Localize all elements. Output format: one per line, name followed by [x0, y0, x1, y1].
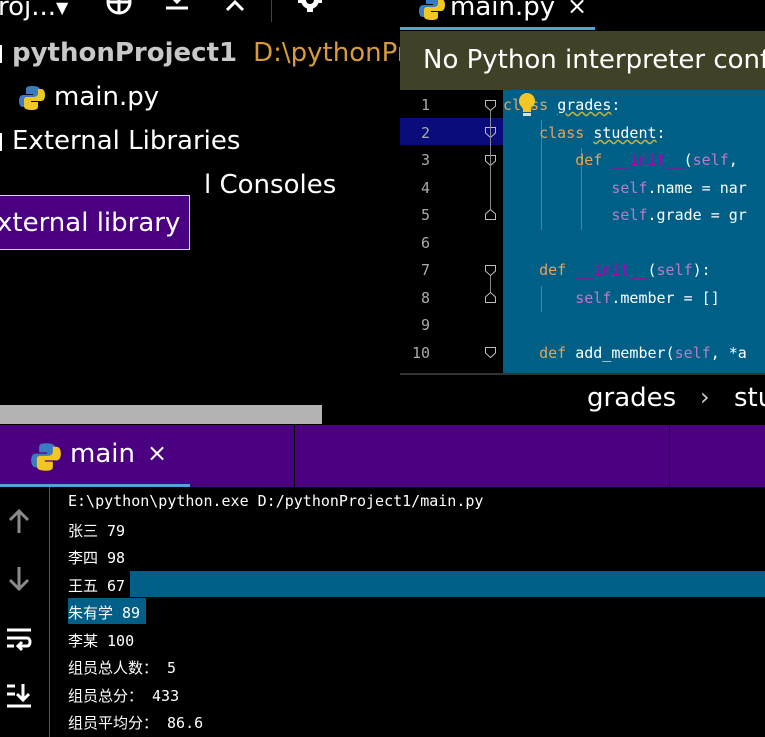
toolbar-divider — [271, 0, 272, 22]
selection-highlight — [130, 571, 765, 597]
gear-icon[interactable] — [295, 0, 325, 16]
console-output[interactable]: E:\python\python.exe D:/pythonProject1/m… — [52, 487, 765, 737]
python-file-icon — [19, 85, 45, 110]
tab-divider — [294, 425, 295, 487]
tree-item-main-py[interactable]: main.py — [18, 82, 159, 112]
tab-main-py[interactable]: main.py × — [400, 0, 595, 30]
tree-item-label: main.py — [54, 82, 160, 112]
code-area[interactable]: 1 2 3 4 5 6 7 8 9 10 class grades: class… — [400, 90, 765, 373]
python-run-icon — [31, 443, 61, 471]
fold-end-icon[interactable] — [485, 209, 496, 220]
fold-icon[interactable] — [485, 100, 496, 111]
tree-item-external-libraries[interactable]: External Libraries — [0, 126, 240, 156]
root-project-path: D:\pythonPr — [253, 38, 408, 68]
collapse-all-icon[interactable] — [221, 0, 249, 16]
down-arrow-icon[interactable] — [5, 565, 33, 593]
run-side-toolbar — [0, 487, 50, 737]
line-number: 5 — [420, 206, 430, 224]
breadcrumb-item-student[interactable]: stu — [734, 383, 765, 413]
line-number: 4 — [420, 179, 430, 197]
breadcrumb: grades › stu — [400, 373, 765, 425]
python-file-icon — [419, 0, 445, 20]
console-line: 张三 79 — [68, 522, 126, 540]
line-number: 9 — [420, 316, 430, 334]
fold-guide — [490, 111, 491, 209]
lightbulb-icon[interactable] — [517, 92, 537, 118]
close-icon[interactable]: × — [147, 439, 167, 467]
console-line: 组员平均分： 86.6 — [68, 714, 204, 732]
code-line: def __init__(self): — [539, 261, 711, 279]
code-line: def add_member(self, *a — [539, 344, 747, 362]
scroll-to-end-icon[interactable] — [5, 682, 33, 710]
console-line: 朱有学 89 — [68, 604, 141, 622]
code-line: class student: — [539, 124, 666, 142]
folder-icon — [0, 132, 2, 151]
line-number: 3 — [420, 151, 430, 169]
fold-guide — [490, 276, 491, 292]
line-number: 6 — [420, 234, 430, 252]
editor: main.py × No Python interpreter conf 1 2… — [400, 0, 765, 425]
banner-text: No Python interpreter conf — [423, 45, 765, 75]
dropdown-icon: ▼ — [56, 0, 69, 17]
console-line: E:\python\python.exe D:/pythonProject1/m… — [68, 492, 484, 510]
minimize-icon[interactable] — [355, 0, 385, 16]
breadcrumb-item-grades[interactable]: grades — [587, 383, 676, 413]
project-tree: pythonProject1 D:\pythonPr main.py Extern… — [0, 30, 408, 410]
close-icon[interactable]: × — [567, 0, 587, 20]
folder-icon — [0, 44, 2, 63]
soft-wrap-icon[interactable] — [5, 625, 33, 653]
tab-label: main.py — [450, 0, 556, 22]
line-number: 10 — [411, 344, 430, 362]
fold-end-icon[interactable] — [485, 292, 496, 303]
interpreter-warning-banner: No Python interpreter conf — [400, 31, 765, 90]
console-line: 王五 67 — [68, 577, 126, 595]
code-line: self.grade = gr — [611, 206, 747, 224]
tree-root-row[interactable]: pythonProject1 D:\pythonPr — [0, 38, 408, 68]
code-line: self.member = [] — [575, 289, 720, 307]
console-line: 组员总分： 433 — [68, 687, 180, 705]
line-number: 2 — [420, 124, 430, 142]
line-number: 7 — [420, 261, 430, 279]
console-line: 李某 100 — [68, 632, 135, 650]
line-number: 1 — [420, 96, 430, 114]
tooltip: xternal library — [0, 195, 190, 250]
project-selector[interactable]: roj...▼ — [0, 0, 68, 22]
crosshair-icon[interactable] — [104, 0, 134, 16]
code-line: def __init__(self, — [575, 151, 738, 169]
horizontal-scrollbar[interactable] — [0, 405, 322, 424]
console-line: 组员总人数： 5 — [68, 659, 177, 677]
root-project-name: pythonProject1 — [12, 38, 238, 68]
project-toolbar: roj...▼ — [0, 0, 399, 30]
console-line: 李四 98 — [68, 549, 126, 567]
code-line: self.name = nar — [611, 179, 747, 197]
line-number: 8 — [420, 289, 430, 307]
tree-item-scratches-consoles[interactable]: l Consoles — [204, 170, 336, 200]
editor-tabbar: main.py × — [400, 0, 765, 30]
tooltip-text: xternal library — [0, 208, 181, 238]
chevron-right-icon: › — [700, 383, 710, 411]
fold-icon[interactable] — [485, 265, 496, 276]
project-selector-label: roj... — [0, 0, 57, 22]
fold-icon[interactable] — [485, 347, 496, 358]
tab-label: main — [70, 439, 135, 469]
tree-item-label: l Consoles — [204, 170, 337, 200]
tab-divider — [669, 425, 670, 487]
expand-all-icon[interactable] — [163, 0, 191, 16]
tree-item-label: External Libraries — [12, 126, 241, 156]
tab-run-main[interactable]: main × — [0, 425, 190, 487]
run-tabbar: main × — [0, 425, 765, 487]
up-arrow-icon[interactable] — [5, 507, 33, 535]
